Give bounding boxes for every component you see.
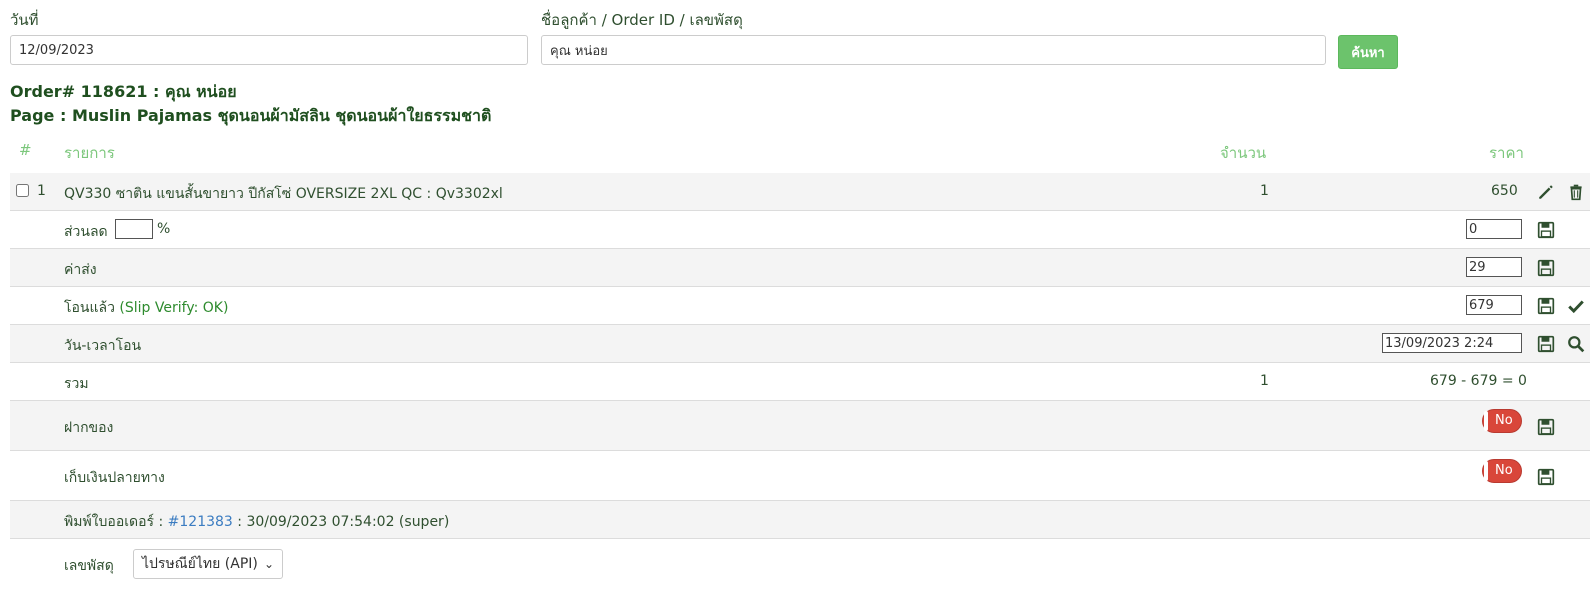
save-icon[interactable] [1537,335,1555,353]
table-row-total: รวม 1 679 - 679 = 0 [10,363,1590,401]
tracking-label: เลขพัสดุ [64,558,114,574]
chevron-down-icon: ⌄ [263,557,274,571]
table-row-item: 1 QV330 ซาติน แขนสั้นขายาว ปีกัสโซ่ OVER… [10,173,1590,211]
table-row-transfer-time: วัน-เวลาโอน [10,325,1590,363]
print-order-link[interactable]: #121383 [168,514,233,530]
customer-search-input[interactable] [541,35,1326,65]
deposit-toggle-label: No [1495,413,1513,428]
save-icon[interactable] [1537,259,1555,277]
shipping-label: ค่าส่ง [64,262,97,278]
deposit-toggle[interactable]: No [1482,409,1522,433]
header-qty: จำนวน [1220,144,1267,162]
paid-value-input[interactable] [1466,295,1522,315]
header-index: # [19,141,32,159]
table-row-shipping: ค่าส่ง [10,249,1590,287]
check-icon[interactable] [1567,297,1585,315]
paid-label: โอนแล้ว [64,300,115,316]
item-checkbox[interactable] [16,184,29,197]
save-icon[interactable] [1537,297,1555,315]
table-row-tracking: เลขพัสดุ ไปรษณีย์ไทย (API) ⌄ [10,539,1590,589]
cod-label: เก็บเงินปลายทาง [64,470,165,486]
carrier-selected: ไปรษณีย์ไทย (API) [142,556,258,572]
shipping-value-input[interactable] [1466,257,1522,277]
item-index: 1 [37,183,46,199]
total-qty: 1 [1260,373,1269,389]
discount-percent-input[interactable] [115,219,153,239]
print-label: พิมพ์ใบออเดอร์ : [64,514,164,530]
cod-toggle[interactable]: No [1482,459,1522,483]
header-item: รายการ [64,144,115,162]
save-icon[interactable] [1537,221,1555,239]
carrier-select[interactable]: ไปรษณีย์ไทย (API) ⌄ [133,549,283,579]
discount-value-input[interactable] [1466,219,1522,239]
table-row-deposit: ฝากของ No [10,401,1590,451]
transfer-time-label: วัน-เวลาโอน [64,338,142,354]
item-qty: 1 [1260,183,1269,199]
discount-percent-sign: % [157,221,171,237]
date-input[interactable] [10,35,528,65]
print-info: พิมพ์ใบออเดอร์ : #121383 : 30/09/2023 07… [64,511,449,533]
save-icon[interactable] [1537,418,1555,436]
date-label: วันที่ [10,11,39,29]
paid-label-wrap: โอนแล้ว (Slip Verify: OK) [64,297,228,319]
print-timestamp: : 30/09/2023 07:54:02 (super) [237,514,450,530]
page-title: Page : Muslin Pajamas ชุดนอนผ้ามัสลิน ชุ… [10,106,492,125]
total-calc: 679 - 679 = 0 [1430,373,1527,389]
total-label: รวม [64,376,89,392]
trash-icon[interactable] [1567,183,1585,201]
pencil-icon[interactable] [1537,183,1555,201]
slip-verify-status: (Slip Verify: OK) [119,300,229,316]
customer-search-label: ชื่อลูกค้า / Order ID / เลขพัสดุ [541,11,743,29]
search-button[interactable]: ค้นหา [1338,35,1398,69]
save-icon[interactable] [1537,468,1555,486]
transfer-time-input[interactable] [1382,333,1522,353]
discount-label: ส่วนลด [64,224,108,240]
toggle-knob [1484,461,1488,481]
cod-toggle-label: No [1495,463,1513,478]
search-icon[interactable] [1567,335,1585,353]
item-name: QV330 ซาติน แขนสั้นขายาว ปีกัสโซ่ OVERSI… [64,186,503,202]
table-header: # รายการ จำนวน ราคา [10,131,1590,174]
toggle-knob [1484,411,1488,431]
item-price: 650 [1491,183,1518,199]
table-row-print: พิมพ์ใบออเดอร์ : #121383 : 30/09/2023 07… [10,501,1590,539]
order-title: Order# 118621 : คุณ หน่อย [10,82,237,101]
table-row-paid: โอนแล้ว (Slip Verify: OK) [10,287,1590,325]
header-price: ราคา [1489,144,1524,162]
deposit-label: ฝากของ [64,420,114,436]
table-row-discount: ส่วนลด % [10,211,1590,249]
table-row-cod: เก็บเงินปลายทาง No [10,451,1590,501]
